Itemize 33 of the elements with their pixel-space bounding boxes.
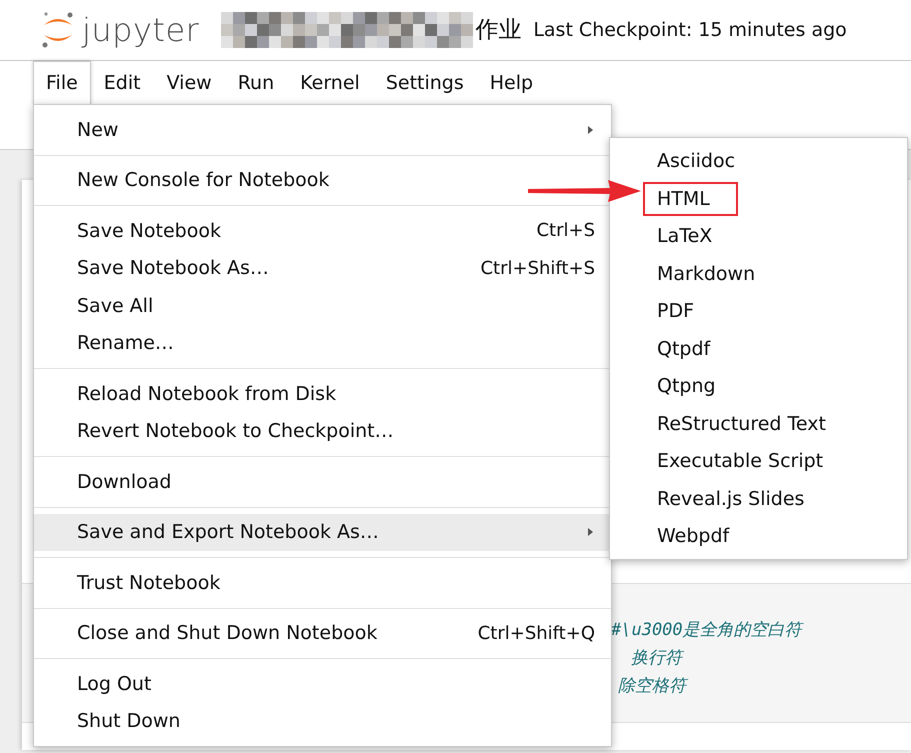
submenu-item[interactable]: Qtpng	[610, 367, 907, 404]
submenu-item[interactable]: Reveal.js Slides	[610, 480, 907, 517]
menu-item[interactable]: Shut Down	[34, 702, 611, 740]
submenu-item[interactable]: LaTeX	[610, 217, 907, 254]
submenu-item[interactable]: ReStructured Text	[610, 404, 907, 442]
checkpoint-status: Last Checkpoint: 15 minutes ago	[533, 18, 847, 43]
shortcut-text: Ctrl+Shift+S	[480, 256, 595, 281]
logo-text: jupyter	[82, 10, 200, 51]
menu-item[interactable]: Help	[476, 61, 546, 105]
menu-item[interactable]: View	[154, 61, 225, 105]
highlight-box: HTML	[643, 182, 738, 216]
submenu-item[interactable]: Asciidoc	[610, 142, 907, 180]
menu-item[interactable]: Settings	[372, 61, 477, 105]
menu-item[interactable]: Trust Notebook	[34, 564, 611, 602]
menu-item[interactable]: Kernel	[287, 61, 373, 105]
menu-item[interactable]: Edit	[90, 61, 154, 105]
menu-item[interactable]: Run	[224, 61, 288, 105]
menu-item[interactable]: Close and Shut Down Notebook Ctrl+Shift+Q	[34, 614, 611, 652]
shortcut-text: Ctrl+Shift+Q	[478, 622, 595, 646]
submenu-item[interactable]: PDF	[610, 292, 907, 330]
menu-item[interactable]: Log Out	[34, 665, 611, 702]
code-line: 换行符	[631, 644, 682, 672]
submenu-item[interactable]: Webpdf	[610, 517, 907, 554]
code-line: #\u3000是全角的空白符	[611, 619, 802, 642]
menu-item[interactable]: Save and Export Notebook As…	[34, 514, 611, 551]
submenu-item[interactable]: Qtpdf	[610, 330, 907, 367]
submenu-item[interactable]: Executable Script	[610, 442, 907, 480]
submenu-item[interactable]: HTML	[610, 180, 907, 217]
shortcut-text: Ctrl+S	[536, 219, 595, 244]
menu-item[interactable]: New	[34, 111, 611, 148]
notebook-title[interactable]: 作业	[475, 12, 522, 48]
submenu-item[interactable]: Markdown	[610, 254, 907, 292]
code-line: 除空格符	[618, 672, 686, 700]
